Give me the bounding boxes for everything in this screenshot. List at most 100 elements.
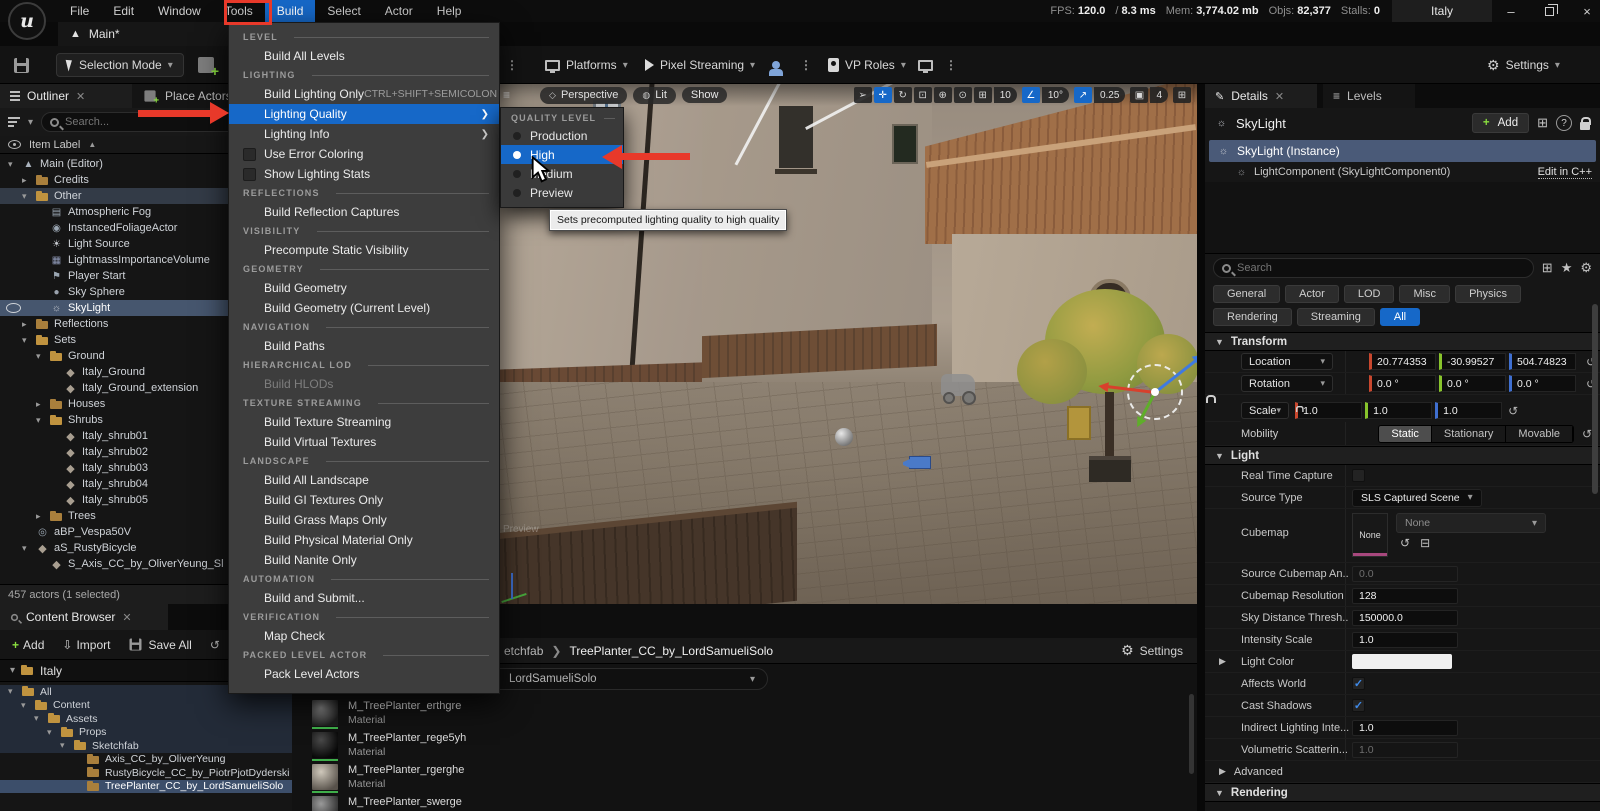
build-menu-item[interactable]: Build and Submit... [229,588,499,608]
build-menu-item[interactable]: TEXTURE STREAMING [229,394,499,412]
tab-content-browser[interactable]: Content Browser✕ [0,604,168,630]
menubar-item[interactable]: Actor [373,0,425,22]
menubar-item[interactable]: Help [425,0,474,22]
expand-arrow-icon[interactable]: ▸ [36,511,45,522]
build-menu-item[interactable]: Precompute Static Visibility [229,240,499,260]
build-menu-item[interactable]: Use Error Coloring [229,144,499,164]
build-menu-item[interactable]: Build Texture Streaming [229,412,499,432]
build-menu-item[interactable]: PACKED LEVEL ACTOR [229,646,499,664]
platforms-dropdown[interactable]: Platforms▾ [545,53,628,77]
build-menu-item[interactable]: VERIFICATION [229,608,499,626]
help-icon[interactable]: ? [1556,115,1572,131]
maximize-viewport-button[interactable]: ⊞ [1173,87,1191,103]
lit-dropdown[interactable]: ◍Lit [633,87,675,104]
visibility-column-icon[interactable] [8,140,21,149]
import-button[interactable]: ⇩Import [62,638,110,652]
build-menu-item[interactable]: Build Physical Material Only [229,530,499,550]
asset-view-scrollbar[interactable] [1189,694,1194,774]
camera-speed-value[interactable]: 4 [1150,87,1168,103]
build-menu-item[interactable]: Build Geometry [229,278,499,298]
build-menu-item[interactable]: NAVIGATION [229,318,499,336]
multi-user-button[interactable] [772,53,780,77]
restore-button[interactable] [1542,4,1556,19]
virtual-camera-button[interactable] [918,53,933,77]
build-menu-item[interactable]: Build Virtual Textures [229,432,499,452]
asset-item[interactable]: M_TreePlanter_erthgreMaterial [312,700,1197,726]
build-menu-item[interactable]: Lighting Info ❯ [229,124,499,144]
build-menu-item[interactable]: Lighting Quality ❯ [229,104,499,124]
expand-arrow-icon[interactable]: ▾ [22,543,31,554]
favorites-icon[interactable]: ★ [1561,260,1573,276]
unreal-logo-icon[interactable]: u [8,2,46,40]
add-button[interactable]: +Add [12,638,44,652]
axis-dropdown[interactable]: Rotation▾ [1241,375,1333,392]
menubar-item[interactable]: Window [146,0,213,22]
axis-dropdown[interactable]: Scale▾ [1241,402,1289,419]
close-icon[interactable]: ✕ [122,611,131,624]
viewport-options-icon[interactable]: ≡ [503,88,510,102]
world-space-toggle[interactable]: ⊕ [934,87,952,103]
multi-user-options[interactable]: ⋮ [800,53,813,77]
cb-tree-row[interactable]: Axis_CC_by_OliverYeung [0,753,292,767]
cubemap-thumbnail[interactable]: None [1352,513,1388,557]
edit-in-cpp-link[interactable]: Edit in C++ [1538,166,1592,179]
perspective-dropdown[interactable]: ◇Perspective [540,87,627,104]
expand-arrow-icon[interactable]: ▸ [36,399,45,410]
property-input[interactable]: 1.0 [1352,720,1458,736]
build-menu-item[interactable]: Build Geometry (Current Level) [229,298,499,318]
filter-chip[interactable]: All [1380,308,1420,326]
expand-arrow-icon[interactable]: ▾ [21,700,30,711]
grid-snap-toggle[interactable]: ⊞ [974,87,992,103]
build-menu-item[interactable]: GEOMETRY [229,260,499,278]
cb-tree-row[interactable]: ▾ Content [0,699,292,713]
build-menu-item[interactable]: Build GI Textures Only [229,490,499,510]
build-menu-item[interactable]: Show Lighting Stats [229,164,499,184]
checkbox[interactable] [243,148,256,161]
build-menu-item[interactable]: AUTOMATION [229,570,499,588]
expand-arrow-icon[interactable]: ▸ [22,319,31,330]
component-row-lightcomponent[interactable]: LightComponent (SkyLightComponent0) Edit… [1205,162,1600,182]
toolbar-overflow[interactable]: ⋮ [506,53,519,77]
filter-chip[interactable]: Misc [1399,285,1450,303]
expand-arrow-icon[interactable]: ▾ [60,740,69,751]
filter-chip[interactable]: Actor [1285,285,1339,303]
build-menu-item[interactable]: Build All Landscape [229,470,499,490]
asset-item[interactable]: M_TreePlanter_swergeMaterial [312,796,1197,811]
cb-tree-row[interactable]: ▾ Sketchfab [0,739,292,753]
save-button[interactable] [14,53,29,77]
transform-gizmo[interactable] [1115,352,1195,432]
value-x[interactable]: 1.0 [1295,402,1362,419]
display-filter-icon[interactable]: ⊞ [1542,260,1553,276]
scale-snap-value[interactable]: 0.25 [1094,87,1125,103]
pivot-sphere-widget[interactable] [835,428,853,446]
build-menu-item[interactable]: Build Paths [229,336,499,356]
transform-section-header[interactable]: ▼Transform [1205,332,1600,351]
rotation-snap-value[interactable]: 10° [1042,87,1069,103]
property-input[interactable]: 150000.0 [1352,610,1458,626]
build-menu-item[interactable]: Build All Levels [229,46,499,66]
axis-dropdown[interactable]: Location▾ [1241,353,1333,370]
browse-to-asset-icon[interactable]: ⊟ [1420,536,1430,550]
minimize-button[interactable]: – [1504,4,1518,19]
expand-arrow-icon[interactable]: ▾ [8,686,17,697]
advanced-row[interactable]: ▶Advanced [1205,761,1600,783]
scale-snap-toggle[interactable]: ↗ [1074,87,1092,103]
pixel-streaming-dropdown[interactable]: Pixel Streaming▾ [645,53,755,77]
property-input[interactable]: 128 [1352,588,1458,604]
filter-chip[interactable]: Streaming [1297,308,1375,326]
build-menu-item[interactable]: LEVEL [229,28,499,46]
quality-option[interactable]: Production [501,126,623,145]
cb-tree-row[interactable]: TreePlanter_CC_by_LordSamueliSolo [0,780,292,794]
details-search[interactable] [1213,258,1534,278]
expand-arrow-icon[interactable]: ▾ [22,191,31,202]
close-icon[interactable]: ✕ [1275,90,1284,103]
build-menu-item[interactable]: Build Reflection Captures [229,202,499,222]
select-tool[interactable]: ➢ [854,87,872,103]
filter-chip[interactable]: LOD [1344,285,1395,303]
build-menu-item[interactable]: LANDSCAPE [229,452,499,470]
value-z[interactable]: 504.74823 [1509,353,1576,370]
settings-icon[interactable]: ⚙ [1580,260,1592,276]
rotate-tool[interactable]: ↻ [894,87,912,103]
mobility-option[interactable]: Movable [1506,426,1573,442]
build-menu-item[interactable]: Build Grass Maps Only [229,510,499,530]
